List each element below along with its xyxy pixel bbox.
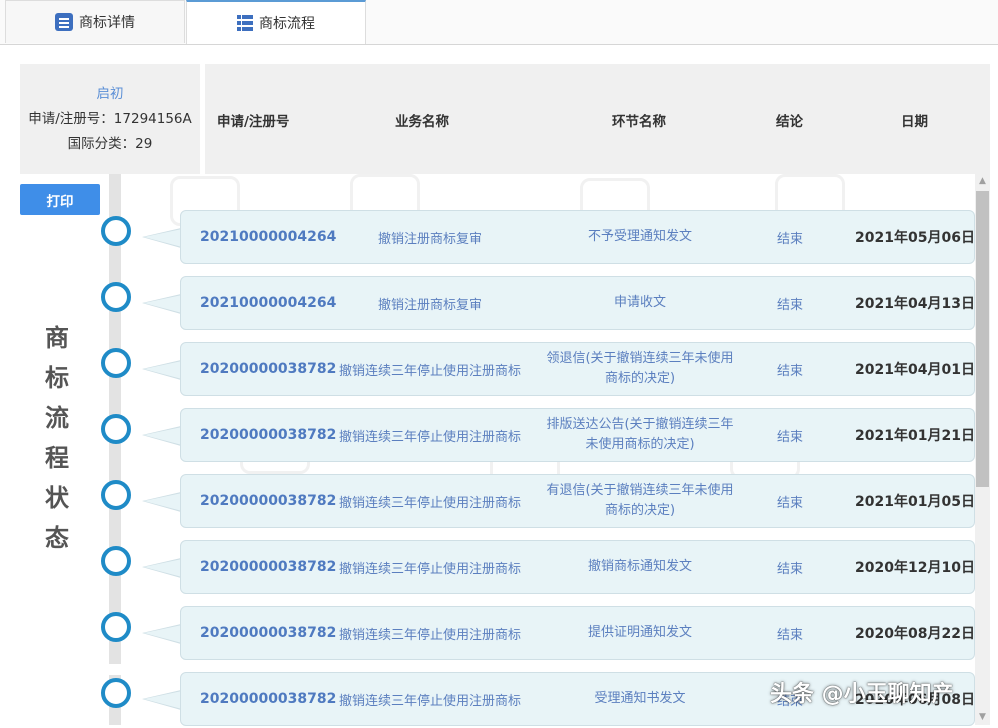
step-name: 提供证明通知发文 [587, 625, 692, 640]
date: 2021年05月06日 [855, 230, 975, 246]
column-header-business: 业务名称 [395, 114, 449, 130]
business-name: 撤销注册商标复审 [377, 297, 482, 313]
application-number-link[interactable]: 20200000038782 [200, 606, 336, 660]
process-row: 20200000038782 撤销连续三年停止使用注册商标 提供证明通知发文 结… [0, 606, 998, 662]
business-name: 撤销注册商标复审 [377, 231, 482, 247]
process-row: 20200000038782 撤销连续三年停止使用注册商标 领退信(关于撤销连续… [0, 342, 998, 398]
scrollbar-thumb[interactable] [976, 191, 989, 487]
result: 结束 [776, 495, 803, 511]
process-row: 20200000038782 撤销连续三年停止使用注册商标 撤销商标通知发文 结… [0, 540, 998, 596]
business-name: 撤销连续三年停止使用注册商标 [338, 561, 521, 577]
watermark-text: 头条 @小玉聊知产 [770, 682, 954, 707]
result: 结束 [776, 627, 803, 643]
step-name: 领退信(关于撤销连续三年未使用商标的决定) [546, 351, 734, 386]
tab-label: 商标流程 [259, 16, 315, 32]
vertical-scrollbar[interactable]: ▲ ▼ [975, 174, 990, 725]
step-name: 有退信(关于撤销连续三年未使用商标的决定) [546, 483, 734, 518]
result: 结束 [776, 297, 803, 313]
timeline-node [101, 546, 131, 576]
application-number-link[interactable]: 20200000038782 [200, 540, 336, 594]
business-name: 撤销连续三年停止使用注册商标 [338, 627, 521, 643]
step-name: 申请收文 [613, 295, 666, 310]
business-name: 撤销连续三年停止使用注册商标 [338, 693, 521, 709]
timeline-node [101, 480, 131, 510]
column-header-date: 日期 [901, 114, 928, 130]
tab-bar: 商标详情 商标流程 [0, 0, 998, 45]
result: 结束 [776, 231, 803, 247]
timeline-node [101, 612, 131, 642]
business-name: 撤销连续三年停止使用注册商标 [338, 429, 521, 445]
process-row: 20210000004264 撤销注册商标复审 不予受理通知发文 结束 2021… [0, 210, 998, 266]
application-number-link[interactable]: 20210000004264 [200, 210, 336, 264]
document-list-icon [55, 13, 73, 31]
trademark-info-box: 启初 申请/注册号：17294156A 国际分类：29 [20, 64, 200, 174]
status-label: 启初 [96, 86, 124, 102]
date: 2020年08月22日 [855, 626, 975, 642]
step-name: 受理通知书发文 [594, 691, 686, 706]
date: 2021年01月05日 [855, 494, 975, 510]
step-name: 排版送达公告(关于撤销连续三年未使用商标的决定) [546, 417, 734, 452]
business-name: 撤销连续三年停止使用注册商标 [338, 495, 521, 511]
date: 2021年01月21日 [855, 428, 975, 444]
table-header: 申请/注册号 业务名称 环节名称 结论 日期 [205, 64, 990, 174]
result: 结束 [776, 363, 803, 379]
date: 2021年04月13日 [855, 296, 975, 312]
step-name: 撤销商标通知发文 [587, 559, 692, 574]
process-row: 20200000038782 撤销连续三年停止使用注册商标 排版送达公告(关于撤… [0, 408, 998, 464]
date: 2021年04月01日 [855, 362, 975, 378]
scroll-up-arrow-icon[interactable]: ▲ [975, 174, 990, 189]
timeline-node [101, 348, 131, 378]
international-class: 国际分类：29 [67, 136, 153, 152]
scroll-down-arrow-icon[interactable]: ▼ [975, 710, 990, 725]
result: 结束 [776, 561, 803, 577]
timeline-node [101, 282, 131, 312]
column-header-step: 环节名称 [612, 114, 666, 130]
tab-trademark-detail[interactable]: 商标详情 [5, 0, 185, 43]
timeline-node [101, 414, 131, 444]
application-number-link[interactable]: 20200000038782 [200, 474, 336, 528]
application-number-link[interactable]: 20200000038782 [200, 672, 336, 726]
timeline-node [101, 216, 131, 246]
application-number-link[interactable]: 20200000038782 [200, 342, 336, 396]
business-name: 撤销连续三年停止使用注册商标 [338, 363, 521, 379]
flow-list-icon [237, 15, 253, 31]
process-row: 20210000004264 撤销注册商标复审 申请收文 结束 2021年04月… [0, 276, 998, 332]
step-name: 不予受理通知发文 [587, 229, 692, 244]
timeline-node [101, 678, 131, 708]
tab-trademark-flow[interactable]: 商标流程 [186, 0, 366, 44]
registration-number: 申请/注册号：17294156A [28, 111, 192, 127]
column-header-result: 结论 [776, 114, 803, 130]
column-header-reg-no: 申请/注册号 [217, 114, 290, 130]
application-number-link[interactable]: 20210000004264 [200, 276, 336, 330]
tab-label: 商标详情 [79, 15, 135, 31]
date: 2020年12月10日 [855, 560, 975, 576]
process-row: 20200000038782 撤销连续三年停止使用注册商标 有退信(关于撤销连续… [0, 474, 998, 530]
application-number-link[interactable]: 20200000038782 [200, 408, 336, 462]
result: 结束 [776, 429, 803, 445]
